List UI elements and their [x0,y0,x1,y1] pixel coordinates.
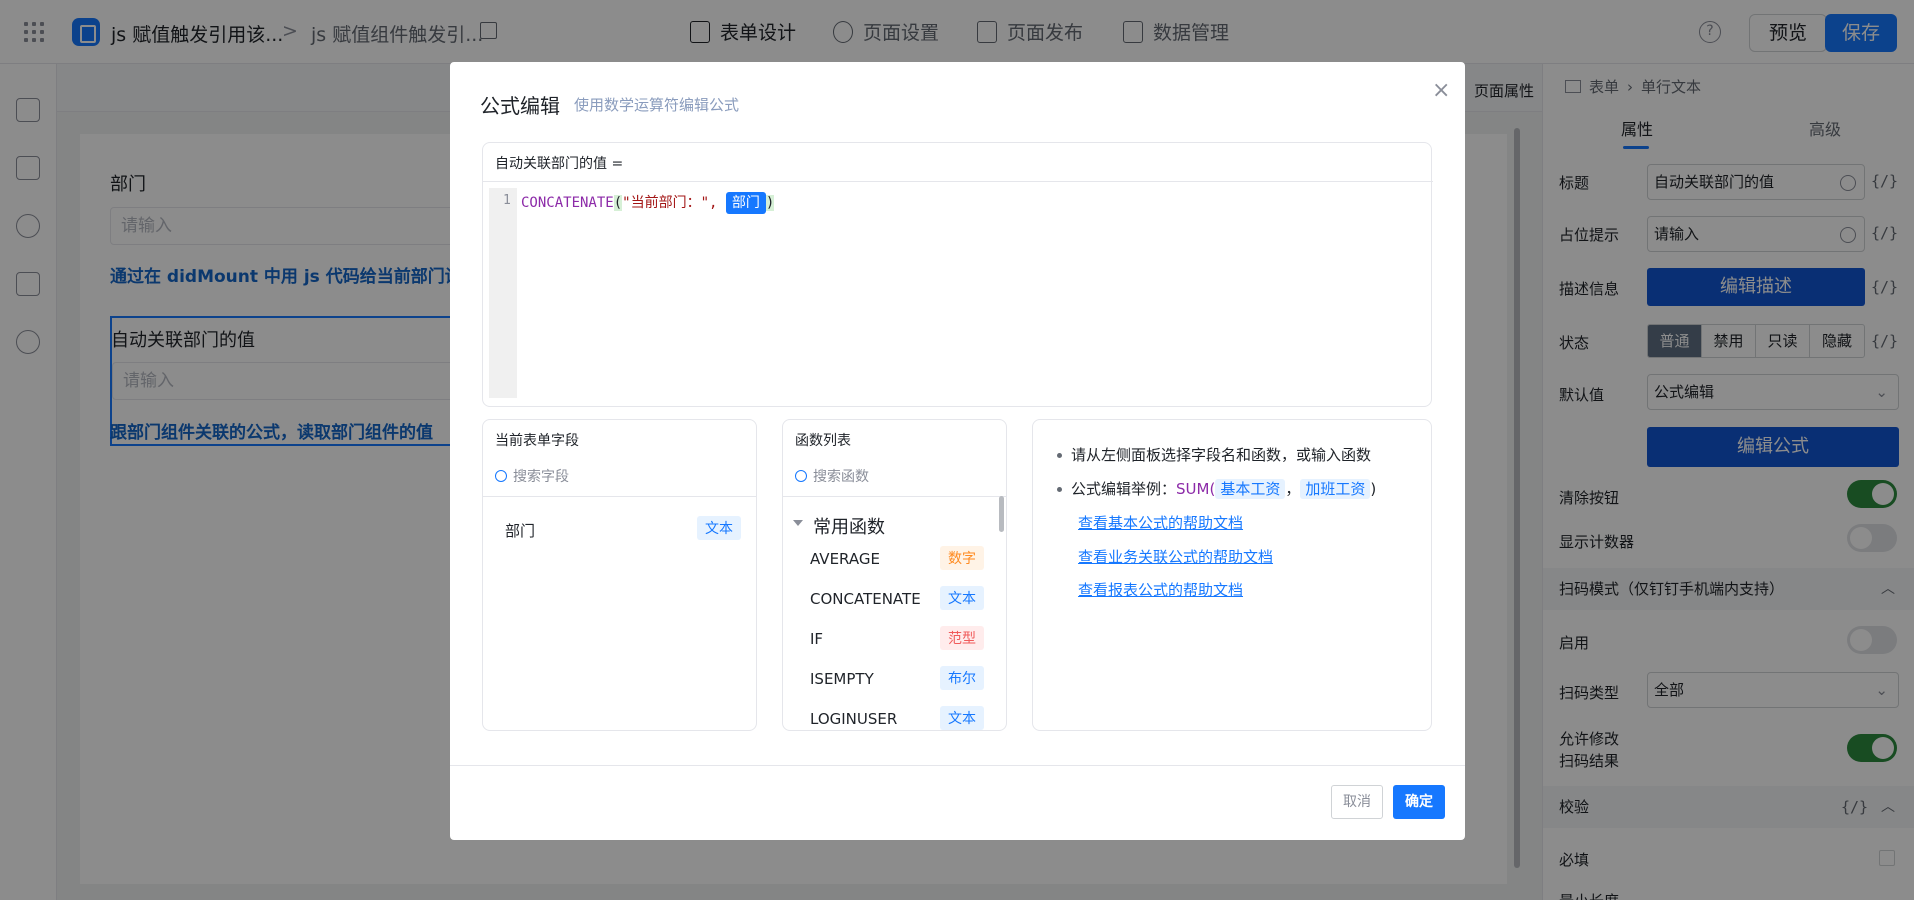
formula-code[interactable]: CONCATENATE("当前部门：", 部门) [521,192,775,214]
field-name: 部门 [505,522,536,540]
code-function: CONCATENATE [521,195,614,211]
formula-editor-dialog: 公式编辑 使用数学运算符编辑公式 × 自动关联部门的值 = 1 CONCATEN… [450,62,1465,840]
function-name: LOGINUSER [810,710,898,728]
tip-chip: 基本工资 [1215,479,1286,499]
function-group[interactable]: 常用函数 [813,513,885,539]
tip-item: 请从左侧面板选择字段名和函数，或输入函数 [1053,438,1376,472]
caret-down-icon[interactable] [793,520,803,526]
type-badge: 数字 [940,546,984,570]
type-badge: 布尔 [940,666,984,690]
function-name: IF [810,630,824,648]
type-badge: 文本 [697,516,741,540]
field-token[interactable]: 部门 [725,192,766,214]
pane-title: 函数列表 [795,433,851,449]
confirm-button[interactable]: 确定 [1393,785,1445,819]
tips-list: 请从左侧面板选择字段名和函数，或输入函数 公式编辑举例：SUM(基本工资，加班工… [1053,438,1376,506]
dialog-subtitle: 使用数学运算符编辑公式 [574,96,740,114]
formula-editor[interactable]: 自动关联部门的值 = 1 CONCATENATE("当前部门：", 部门) [482,142,1433,407]
functions-pane: 函数列表 搜索函数 常用函数 AVERAGE 数字 CONCATENATE 文本 I… [782,419,1007,731]
fields-search[interactable]: 搜索字段 [495,466,569,486]
dialog-title: 公式编辑 [480,94,560,118]
tip-item: 公式编辑举例：SUM(基本工资，加班工资) [1053,472,1376,506]
help-pane: 请从左侧面板选择字段名和函数，或输入函数 公式编辑举例：SUM(基本工资，加班工… [1032,419,1432,731]
tip-chip: 加班工资 [1300,479,1371,499]
search-icon [795,470,807,482]
function-name: CONCATENATE [810,590,921,608]
tip-sum: SUM( [1176,480,1216,498]
search-placeholder: 搜索字段 [513,469,569,485]
divider [783,496,1006,497]
line-gutter [489,188,517,398]
type-badge: 范型 [940,626,984,650]
tip-prefix: 公式编辑举例： [1071,480,1177,498]
help-link-report[interactable]: 查看报表公式的帮助文档 [1078,579,1243,600]
form-fields-pane: 当前表单字段 搜索字段 部门 文本 [482,419,757,731]
divider [483,181,1433,182]
close-icon[interactable]: × [1432,78,1450,103]
search-placeholder: 搜索函数 [813,469,869,485]
cancel-button[interactable]: 取消 [1331,785,1383,819]
code-paren-open: ( [613,195,623,211]
divider [450,765,1465,766]
code-string: "当前部门：", [622,195,718,211]
search-icon [495,470,507,482]
functions-scrollbar[interactable] [999,496,1004,532]
editor-header: 自动关联部门的值 = [495,156,624,172]
help-link-business[interactable]: 查看业务关联公式的帮助文档 [1078,546,1273,567]
functions-search[interactable]: 搜索函数 [795,466,869,486]
type-badge: 文本 [940,586,984,610]
tip-end: ) [1370,480,1377,498]
help-link-basic[interactable]: 查看基本公式的帮助文档 [1078,512,1243,533]
tip-comma: ， [1285,480,1301,498]
type-badge: 文本 [940,706,984,730]
divider [483,496,756,497]
function-name: ISEMPTY [810,670,874,688]
code-paren-close: ) [765,195,775,211]
line-number: 1 [503,193,511,208]
pane-title: 当前表单字段 [495,433,579,449]
function-name: AVERAGE [810,550,880,568]
